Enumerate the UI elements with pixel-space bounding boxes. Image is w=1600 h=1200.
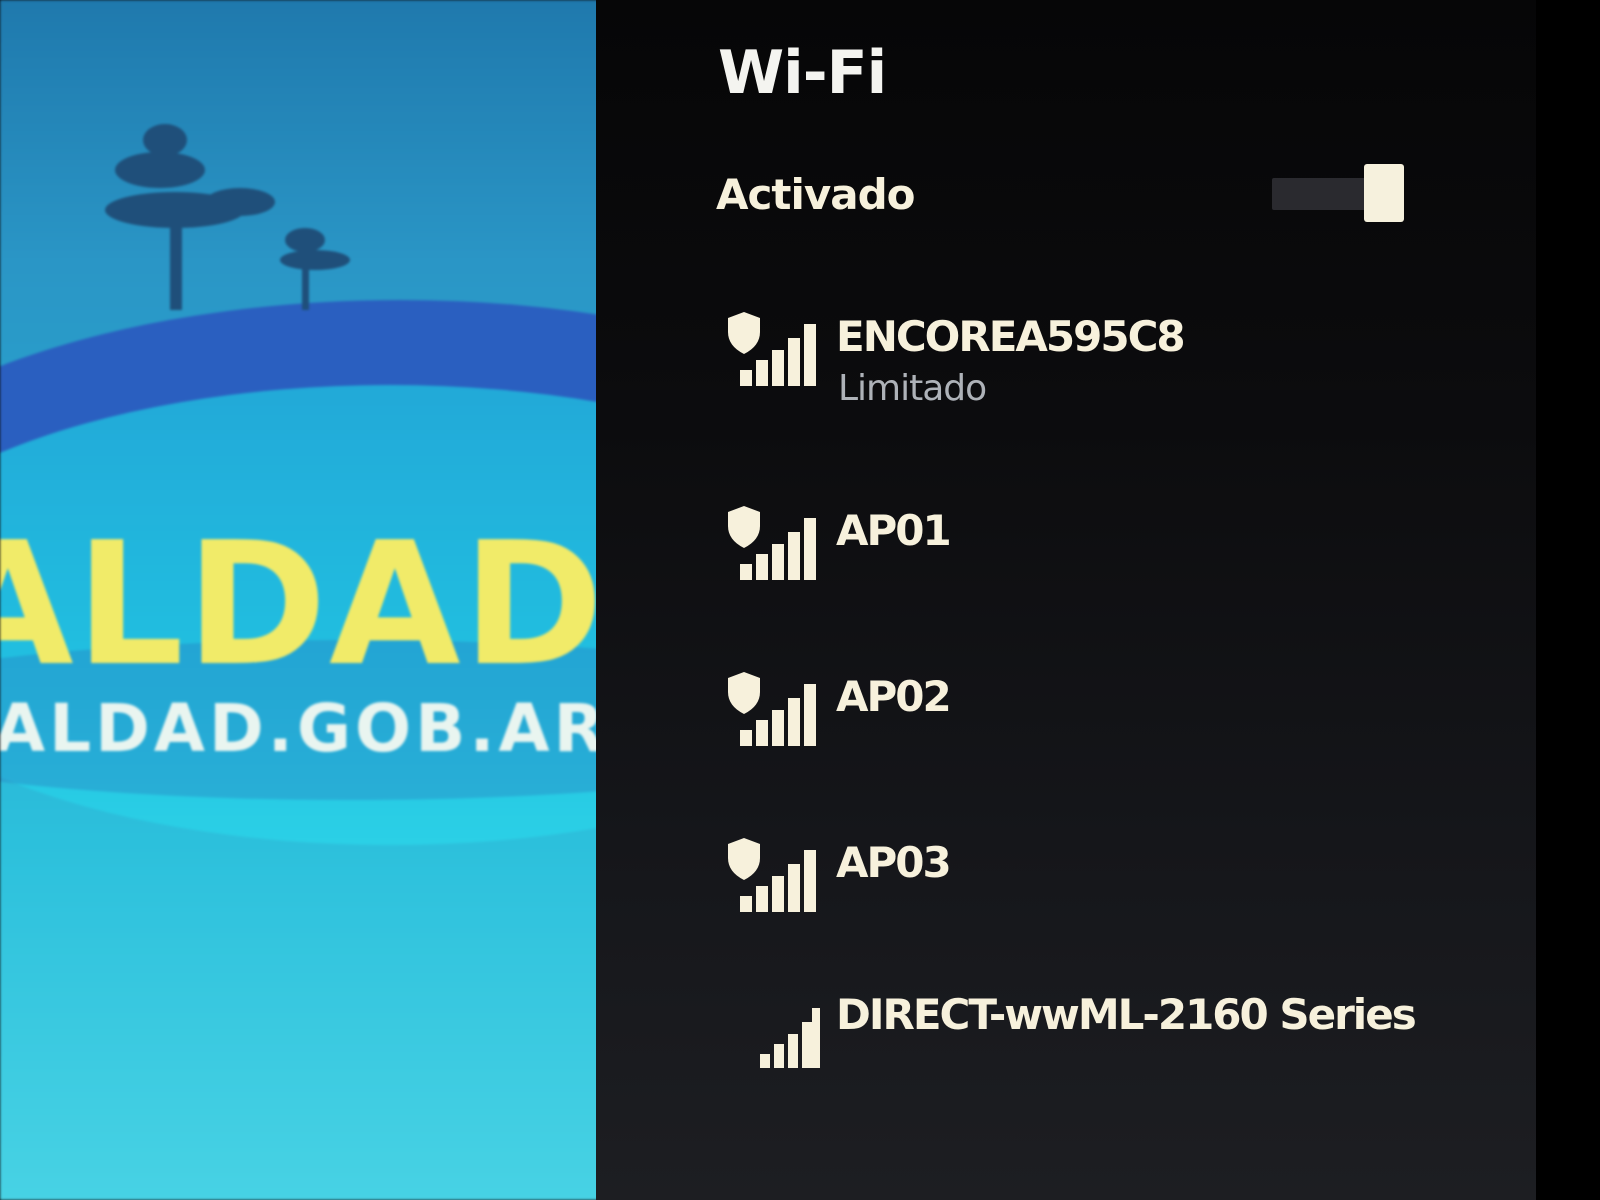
wifi-signal-icon	[760, 1008, 820, 1068]
screen: ALDAD ALDAD.GOB.AR Wi-Fi Activado ENCORE…	[0, 0, 1600, 1200]
wifi-toggle-label: Activado	[716, 170, 916, 219]
network-name: AP01	[836, 506, 952, 555]
wallpaper-url-text: ALDAD.GOB.AR	[0, 690, 609, 767]
network-item[interactable]: ENCOREA595C8 Limitado	[724, 312, 1424, 422]
network-name: DIRECT-wwML-2160 Series	[836, 990, 1417, 1039]
network-item[interactable]: AP03	[724, 838, 1424, 948]
wifi-secured-icon	[728, 506, 816, 580]
tree-silhouette-icon	[105, 124, 350, 310]
panel-title: Wi-Fi	[718, 38, 887, 108]
network-item[interactable]: AP02	[724, 672, 1424, 782]
network-item[interactable]: AP01	[724, 506, 1424, 616]
wifi-flyout-panel: Wi-Fi Activado ENCOREA595C8 Limitado AP0…	[596, 0, 1536, 1200]
toggle-knob	[1364, 164, 1404, 222]
brand-text: ALDAD	[0, 506, 606, 704]
network-item[interactable]: DIRECT-wwML-2160 Series	[724, 990, 1424, 1100]
wifi-secured-icon	[728, 672, 816, 746]
desktop-wallpaper: ALDAD ALDAD.GOB.AR	[0, 0, 640, 1200]
wallpaper-brand-text: ALDAD	[0, 520, 606, 690]
screen-bezel	[1536, 0, 1600, 1200]
wifi-toggle-switch[interactable]	[1272, 164, 1404, 222]
network-name: AP02	[836, 672, 952, 721]
network-name: AP03	[836, 838, 952, 887]
network-status: Limitado	[838, 368, 987, 409]
network-name: ENCOREA595C8	[836, 312, 1186, 361]
wifi-secured-icon	[728, 838, 816, 912]
wifi-secured-icon	[728, 312, 816, 386]
